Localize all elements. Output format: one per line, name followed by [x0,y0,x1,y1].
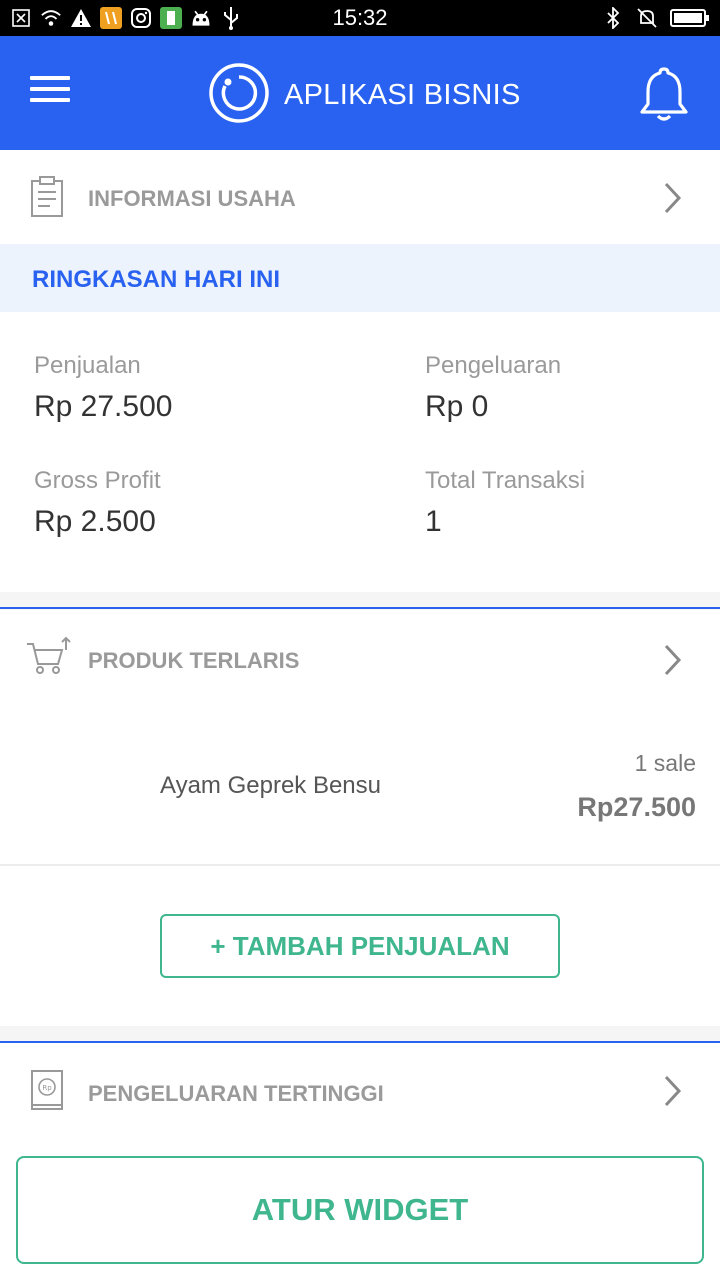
clipboard-icon [30,176,64,223]
product-price: Rp27.500 [577,792,696,822]
cart-icon [26,636,72,681]
atur-widget-button[interactable]: ATUR WIDGET [16,1156,704,1264]
status-bar: 15:32 [0,0,720,36]
pengeluaran-tertinggi-label: PENGELUARAN TERTINGGI [88,1081,384,1106]
svg-text:Rp: Rp [42,1084,52,1092]
stat-value: 1 [425,505,442,538]
app-bar: APLIKASI BISNIS [0,36,720,150]
tambah-penjualan-button[interactable]: + TAMBAH PENJUALAN [160,914,560,978]
stat-pengeluaran: Pengeluaran Rp 0 [425,352,561,424]
product-sales-count: 1 sale [634,750,696,776]
stat-value: Rp 27.500 [34,390,173,423]
app-logo-icon [208,62,270,129]
product-name: Ayam Geprek Bensu [160,772,382,799]
pengeluaran-tertinggi-row[interactable]: Rp PENGELUARAN TERTINGGI [0,1043,720,1139]
stat-value: Rp 2.500 [34,505,156,538]
stat-penjualan: Penjualan Rp 27.500 [34,352,172,424]
ringkasan-header: RINGKASAN HARI INI [0,244,720,312]
chevron-right-icon [662,1073,684,1109]
section-divider [0,607,720,609]
stat-value: Rp 0 [425,390,489,423]
app-title-group: APLIKASI BISNIS [208,62,521,129]
produk-terlaris-label: PRODUK TERLARIS [88,648,300,673]
ledger-icon: Rp [30,1069,64,1116]
informasi-usaha-row[interactable]: INFORMASI USAHA [0,150,720,244]
notification-bell-button[interactable] [638,66,690,122]
product-divider [0,864,720,866]
chevron-right-icon [662,180,684,216]
battery-icon [670,7,710,29]
summary-panel: Penjualan Rp 27.500 Pengeluaran Rp 0 Gro… [0,312,720,592]
stat-gross-profit: Gross Profit Rp 2.500 [34,467,161,539]
app-title: APLIKASI BISNIS [284,79,521,111]
chevron-right-icon [662,642,684,678]
informasi-usaha-label: INFORMASI USAHA [88,186,296,211]
stat-label: Penjualan [34,352,141,379]
stat-label: Gross Profit [34,467,161,494]
stat-label: Total Transaksi [425,467,586,494]
stat-label: Pengeluaran [425,352,562,379]
bluetooth-icon [602,7,624,29]
mute-icon [636,7,658,29]
produk-terlaris-card: PRODUK TERLARIS Ayam Geprek Bensu 1 sale… [0,610,720,1026]
produk-terlaris-row[interactable]: PRODUK TERLARIS [0,610,720,710]
stat-total-transaksi: Total Transaksi 1 [425,467,585,539]
hamburger-menu-button[interactable] [30,76,70,106]
status-icons-right [602,7,710,29]
ringkasan-title: RINGKASAN HARI INI [32,266,281,293]
